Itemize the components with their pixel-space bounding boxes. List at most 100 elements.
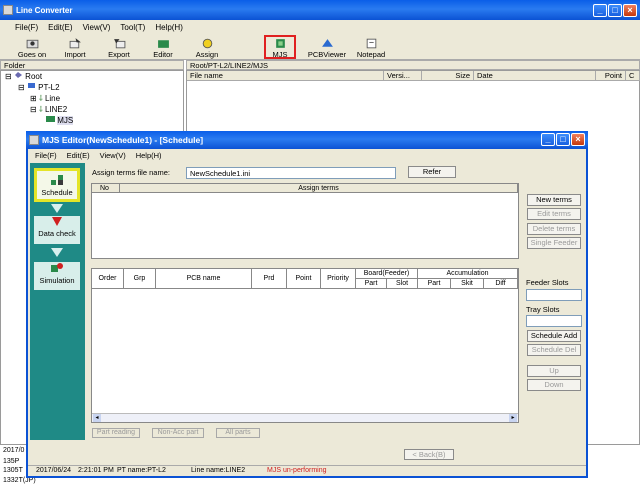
tree-line2[interactable]: ⊟ ⸸ LINE2: [30, 104, 67, 115]
arrow-down-icon-1: [51, 204, 63, 213]
assign-terms-field[interactable]: NewSchedule1.ini: [186, 167, 396, 179]
menu-help[interactable]: Help(H): [150, 23, 188, 32]
toolbar-editor-button[interactable]: Editor: [143, 38, 183, 59]
status-state: MJS un-performing: [267, 467, 327, 474]
terms-col-assign: Assign terms: [120, 184, 518, 193]
grid-col-board-slot: Slot: [387, 279, 418, 289]
col-version[interactable]: Versi...: [384, 71, 422, 81]
grid-col-accumulation: Accumulation: [418, 269, 518, 279]
delete-terms-button[interactable]: Delete terms: [527, 223, 581, 235]
editor-title: MJS Editor(NewSchedule1) - [Schedule]: [42, 135, 204, 145]
down-button[interactable]: Down: [527, 379, 581, 391]
grid-col-acc-diff: Diff: [484, 279, 518, 289]
col-date[interactable]: Date: [474, 71, 596, 81]
feeder-slots-label: Feeder Slots: [526, 278, 569, 287]
arrow-down-icon-2: [51, 248, 63, 257]
toolbar-mjs-button[interactable]: MJS: [264, 35, 296, 59]
refer-button[interactable]: Refer: [408, 166, 456, 178]
main-title-bar: Line Converter: [0, 0, 640, 20]
up-button[interactable]: Up: [527, 365, 581, 377]
non-acc-part-button[interactable]: Non-Acc part: [152, 428, 204, 438]
tree-root[interactable]: ⊟ Root: [5, 71, 42, 82]
toolbar-notepad-button[interactable]: Notepad: [351, 38, 391, 59]
editor-menu-view[interactable]: View(V): [95, 151, 131, 160]
part-reading-button[interactable]: Part reading: [92, 428, 140, 438]
col-point[interactable]: Point: [596, 71, 626, 81]
grid-col-pcb-name: PCB name: [156, 269, 252, 289]
editor-minimize-button[interactable]: _: [541, 133, 555, 146]
goes-on-icon: [26, 39, 38, 49]
editor-menu-file[interactable]: File(F): [30, 151, 62, 160]
app-icon: [3, 5, 13, 15]
grid-col-prd: Prd: [252, 269, 287, 289]
computer-icon: [27, 83, 35, 88]
grid-col-priority: Priority: [321, 269, 356, 289]
status-time: 2:21:01 PM: [78, 467, 114, 474]
root-icon: [14, 72, 22, 78]
col-c[interactable]: C: [626, 71, 640, 81]
menu-edit[interactable]: Edit(E): [43, 23, 77, 32]
tray-slots-label: Tray Slots: [526, 305, 560, 314]
tree-pt-l2[interactable]: ⊟ PT-L2: [18, 82, 60, 93]
scroll-right-icon[interactable]: ▸: [509, 414, 517, 422]
close-button[interactable]: ×: [623, 4, 637, 17]
grid-col-board-part: Part: [356, 279, 387, 289]
toolbar-goes-on-button[interactable]: Goes on: [12, 38, 52, 59]
status-date: 2017/06/24: [36, 467, 72, 474]
grid-col-grp: Grp: [124, 269, 156, 289]
toolbar-export-button[interactable]: Export: [99, 38, 139, 59]
editor-menu-help[interactable]: Help(H): [131, 151, 167, 160]
tray-slots-field[interactable]: [526, 315, 582, 327]
grid-col-point: Point: [287, 269, 321, 289]
minimize-button[interactable]: _: [593, 4, 607, 17]
all-parts-button[interactable]: All parts: [216, 428, 260, 438]
new-terms-button[interactable]: New terms: [527, 194, 581, 206]
col-file-name[interactable]: File name: [187, 71, 384, 81]
editor-menu-edit[interactable]: Edit(E): [62, 151, 95, 160]
assign-icon: [202, 38, 212, 49]
schedule-grid: [91, 268, 519, 423]
maximize-button[interactable]: □: [608, 4, 622, 17]
editor-close-button[interactable]: ×: [571, 133, 585, 146]
toolbar-import-button[interactable]: Import: [55, 38, 95, 59]
tree-line[interactable]: ⊞ ⸸ Line: [30, 93, 60, 104]
menu-tool[interactable]: Tool(T): [115, 23, 150, 32]
status-bar: 2017/06/24 2:21:01 PM PT name:PT-L2 Line…: [28, 465, 586, 476]
schedule-add-button[interactable]: Schedule Add: [527, 330, 581, 342]
editor-icon: [157, 40, 169, 48]
grid-col-acc-part: Part: [418, 279, 451, 289]
terms-col-no: No: [92, 184, 120, 193]
sidebar-data-check-button[interactable]: Data check: [34, 216, 80, 244]
grid-col-board-feeder: Board(Feeder): [356, 269, 418, 279]
folder-header: Folder: [0, 60, 184, 70]
back-button[interactable]: < Back(B): [404, 449, 454, 460]
feeder-slots-field[interactable]: [526, 289, 582, 301]
status-line-name: Line name:LINE2: [191, 467, 246, 474]
grid-horizontal-scrollbar[interactable]: ◂ ▸: [92, 413, 518, 422]
editor-app-icon: [29, 135, 39, 145]
toolbar-assign-button[interactable]: Assign: [187, 38, 227, 59]
toolbar-pcbviewer-button[interactable]: PCBViewer: [305, 38, 349, 59]
edit-terms-button[interactable]: Edit terms: [527, 208, 581, 220]
notepad-icon: [366, 38, 376, 49]
main-menu-bar: File(F) Edit(E) View(V) Tool(T) Help(H): [0, 20, 640, 35]
single-feeder-button[interactable]: Single Feeder: [527, 237, 581, 249]
editor-title-bar: MJS Editor(NewSchedule1) - [Schedule]: [26, 131, 588, 149]
menu-view[interactable]: View(V): [78, 23, 116, 32]
main-title: Line Converter: [16, 5, 73, 15]
grid-col-acc-skit: Skit: [451, 279, 484, 289]
menu-file[interactable]: File(F): [10, 23, 43, 32]
col-size[interactable]: Size: [422, 71, 474, 81]
tree-mjs[interactable]: MJS: [46, 115, 74, 126]
grid-col-order: Order: [92, 269, 124, 289]
sidebar-simulation-button[interactable]: Simulation: [34, 262, 80, 290]
sidebar-schedule-button[interactable]: Schedule: [34, 168, 80, 202]
simulation-icon: [51, 263, 63, 272]
path-header: Root/PT-L2/LINE2/MJS: [186, 60, 640, 70]
mjs-icon: [275, 39, 285, 48]
status-pt-name: PT name:PT-L2: [117, 467, 166, 474]
schedule-del-button[interactable]: Schedule Del: [527, 344, 581, 356]
scroll-left-icon[interactable]: ◂: [93, 414, 101, 422]
schedule-icon: [51, 175, 63, 185]
editor-maximize-button[interactable]: □: [556, 133, 570, 146]
